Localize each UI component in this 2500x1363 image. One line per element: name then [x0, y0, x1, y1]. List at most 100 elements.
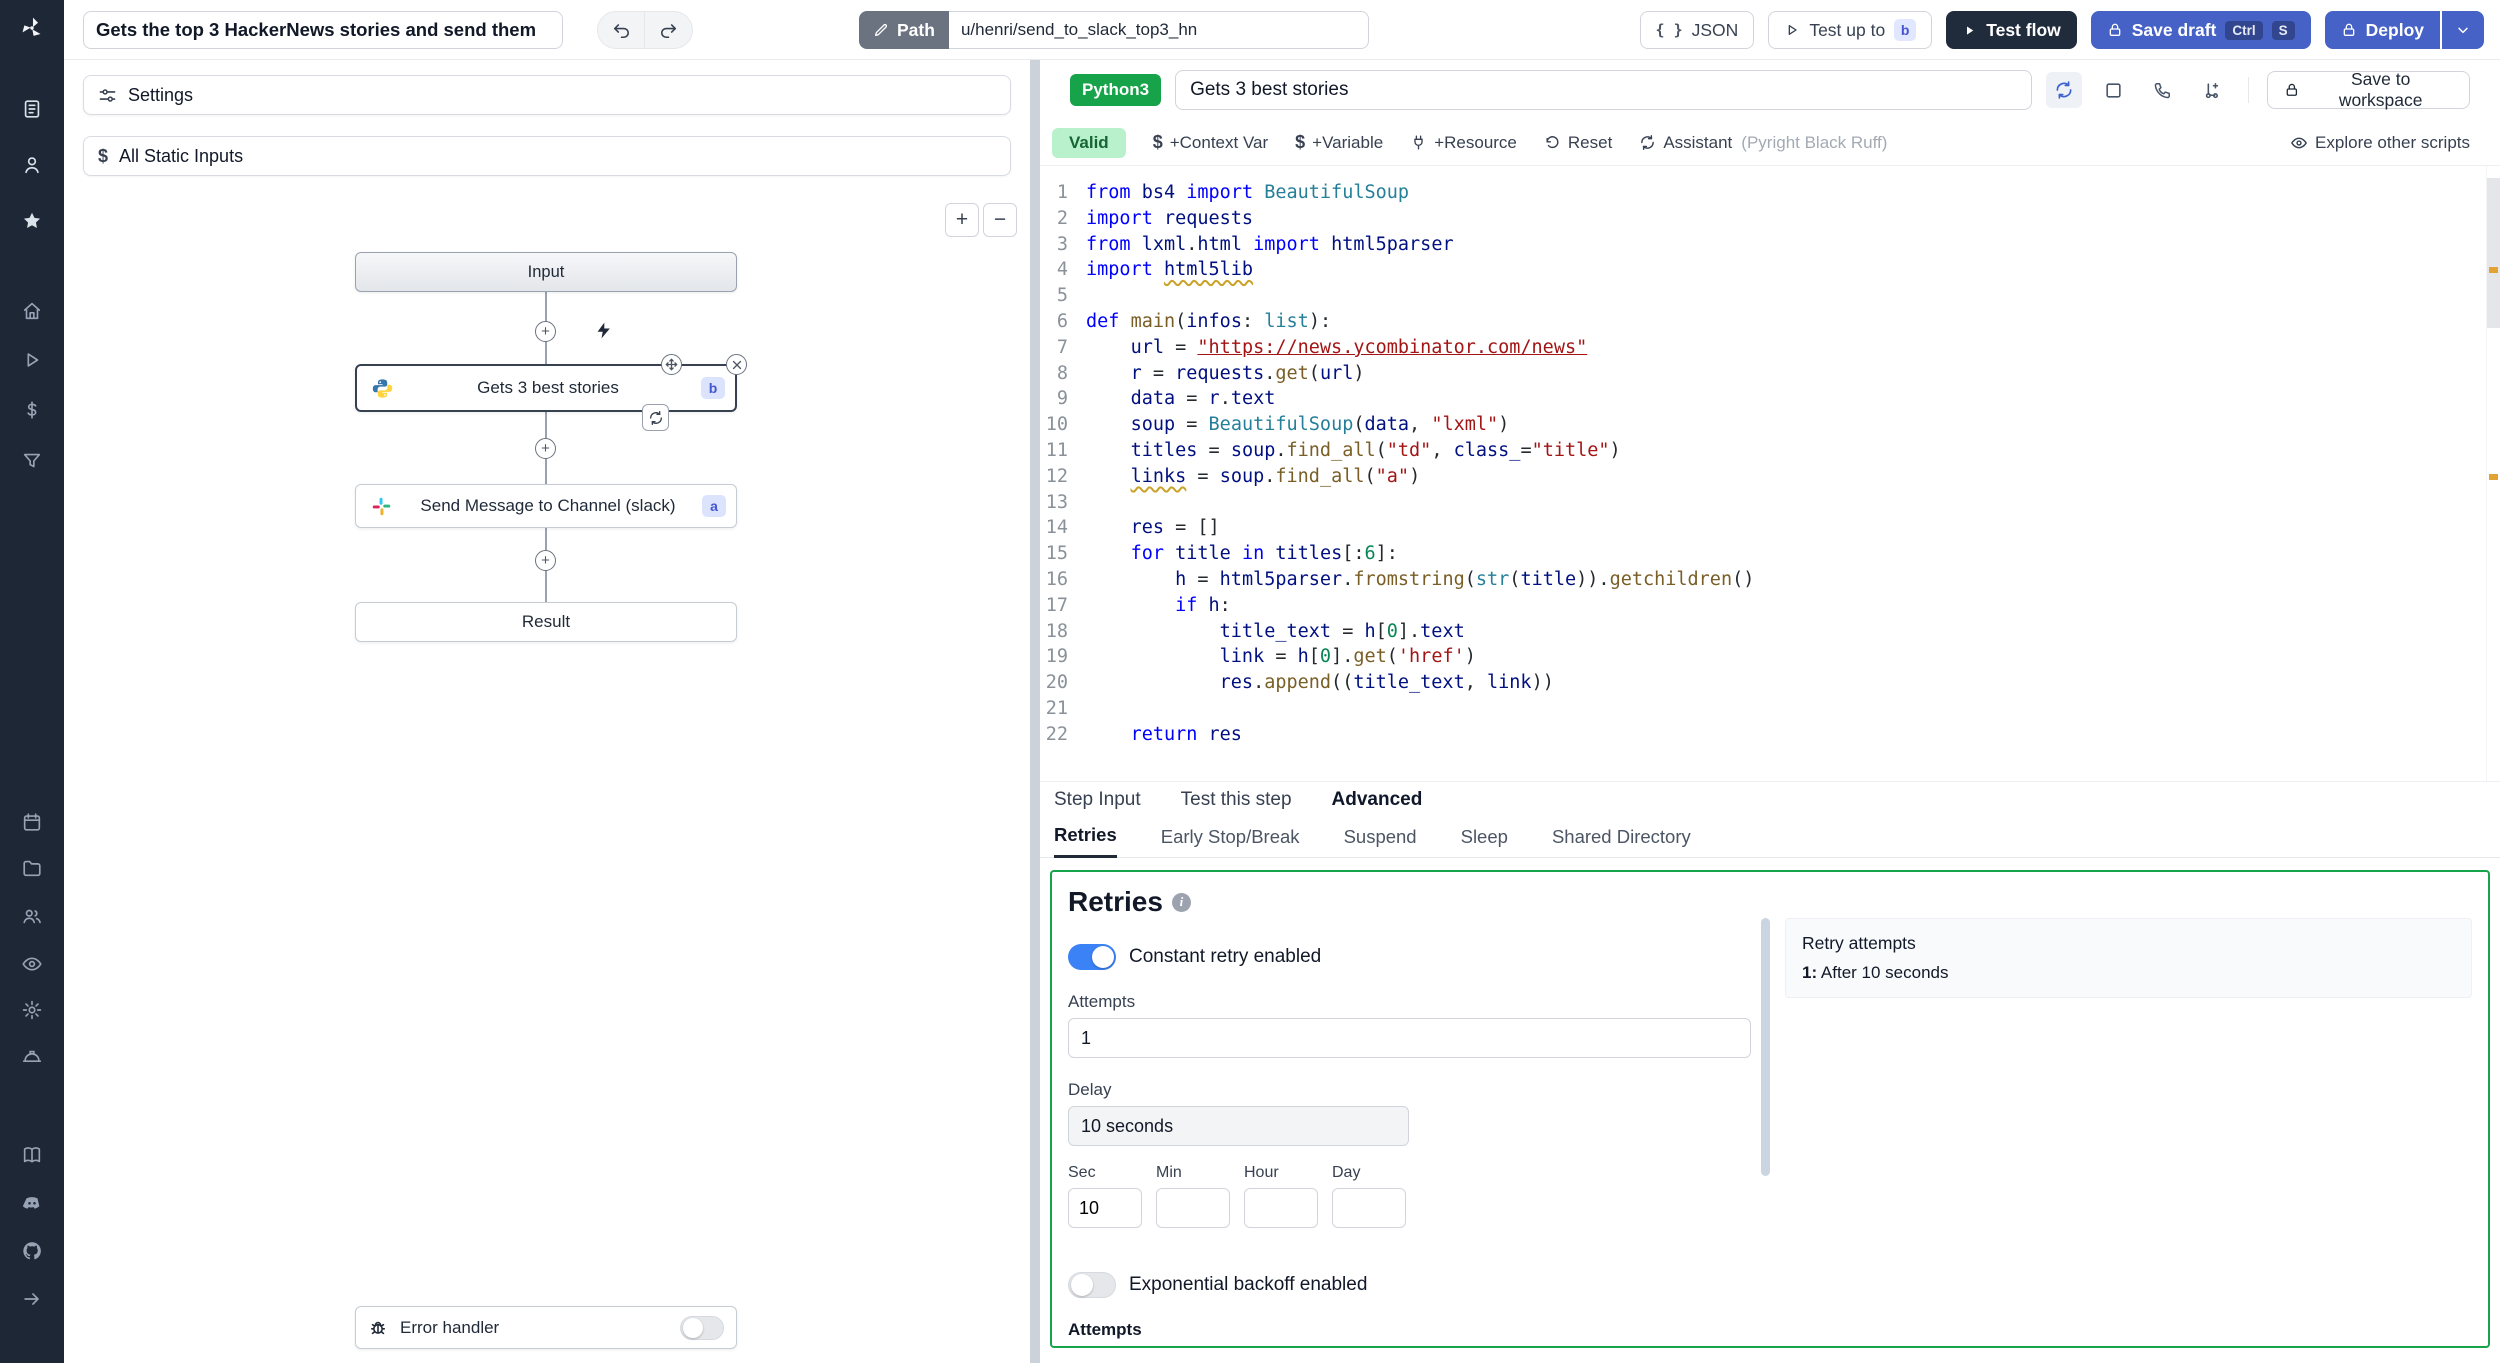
users-icon[interactable]	[19, 903, 45, 929]
tab-step-input[interactable]: Step Input	[1054, 789, 1141, 811]
code-line[interactable]: if h:	[1086, 593, 2500, 619]
constant-retry-toggle[interactable]	[1068, 944, 1116, 970]
code-line[interactable]: h = html5parser.fromstring(str(title)).g…	[1086, 567, 2500, 593]
code-line[interactable]: link = h[0].get('href')	[1086, 644, 2500, 670]
sync-icon[interactable]	[2046, 72, 2082, 108]
code-line[interactable]: titles = soup.find_all("td", class_="tit…	[1086, 438, 2500, 464]
retry-indicator-icon[interactable]	[642, 404, 669, 431]
panel-scrollbar[interactable]	[1761, 918, 1770, 1176]
code-line[interactable]	[1086, 283, 2500, 309]
home-icon[interactable]	[19, 298, 45, 324]
delay-input[interactable]	[1068, 1106, 1409, 1146]
list-icon[interactable]	[19, 96, 45, 122]
test-up-to-button[interactable]: Test up to b	[1768, 11, 1933, 49]
code-line[interactable]: from bs4 import BeautifulSoup	[1086, 180, 2500, 206]
flow-graph-panel[interactable]: Settings $ All Static Inputs + − Input +	[64, 60, 1030, 1363]
windmill-logo[interactable]	[19, 15, 45, 41]
code-line[interactable]: data = r.text	[1086, 386, 2500, 412]
error-handler-toggle[interactable]	[680, 1315, 724, 1340]
path-label-pill[interactable]: Path	[859, 11, 949, 49]
eye-icon[interactable]	[19, 951, 45, 977]
undo-button[interactable]	[597, 11, 645, 49]
exponential-backoff-toggle[interactable]	[1068, 1272, 1116, 1298]
code-line[interactable]: r = requests.get(url)	[1086, 361, 2500, 387]
expand-sidebar-icon[interactable]	[19, 1286, 45, 1312]
panel-resize-handle[interactable]	[1030, 60, 1040, 1363]
book-icon[interactable]	[19, 1142, 45, 1168]
test-flow-button[interactable]: Test flow	[1946, 11, 2077, 49]
flow-node-gets-3-best-stories[interactable]: Gets 3 best stories b	[355, 364, 737, 412]
code-line[interactable]: url = "https://news.ycombinator.com/news…	[1086, 335, 2500, 361]
add-step-button[interactable]: +	[535, 321, 556, 342]
flow-node-error-handler[interactable]: Error handler	[355, 1306, 737, 1349]
tab-test-this-step[interactable]: Test this step	[1181, 789, 1292, 811]
info-icon[interactable]: i	[1171, 892, 1191, 912]
assistant-button[interactable]: Assistant (Pyright Black Ruff)	[1639, 133, 1887, 153]
add-variable-button[interactable]: $ +Variable	[1295, 132, 1383, 153]
move-node-icon[interactable]	[661, 354, 682, 375]
code-line[interactable]: links = soup.find_all("a")	[1086, 464, 2500, 490]
github-icon[interactable]	[19, 1238, 45, 1264]
square-icon[interactable]	[2096, 72, 2131, 108]
diff-icon[interactable]	[2194, 72, 2229, 108]
play-icon[interactable]	[19, 347, 45, 373]
save-draft-button[interactable]: Save draft Ctrl S	[2090, 11, 2311, 49]
star-icon[interactable]	[19, 208, 45, 234]
discord-icon[interactable]	[19, 1190, 45, 1216]
gear-icon[interactable]	[19, 997, 45, 1023]
bolt-icon[interactable]	[594, 321, 613, 340]
code-line[interactable]: res = []	[1086, 515, 2500, 541]
min-input[interactable]	[1156, 1188, 1230, 1228]
add-resource-button[interactable]: +Resource	[1410, 133, 1517, 153]
subtab-early-stop-break[interactable]: Early Stop/Break	[1161, 826, 1300, 857]
subtab-sleep[interactable]: Sleep	[1461, 826, 1508, 857]
flow-settings-button[interactable]: Settings	[83, 75, 1011, 115]
path-input[interactable]	[948, 11, 1369, 49]
user-icon[interactable]	[19, 152, 45, 178]
code-line[interactable]: import html5lib	[1086, 257, 2500, 283]
subtab-suspend[interactable]: Suspend	[1344, 826, 1417, 857]
reset-button[interactable]: Reset	[1544, 133, 1612, 153]
remove-node-icon[interactable]	[726, 354, 747, 375]
worker-helmet-icon[interactable]	[19, 1045, 45, 1071]
sec-input[interactable]	[1068, 1188, 1142, 1228]
add-step-button[interactable]: +	[535, 550, 556, 571]
calendar-icon[interactable]	[19, 809, 45, 835]
flow-node-result[interactable]: Result	[355, 602, 737, 642]
redo-button[interactable]	[645, 11, 693, 49]
zoom-in-button[interactable]: +	[945, 203, 979, 237]
subtab-shared-directory[interactable]: Shared Directory	[1552, 826, 1691, 857]
deploy-menu-button[interactable]	[2442, 11, 2484, 49]
code-line[interactable]: from lxml.html import html5parser	[1086, 232, 2500, 258]
all-static-inputs-button[interactable]: $ All Static Inputs	[83, 136, 1011, 176]
folder-icon[interactable]	[19, 855, 45, 881]
code-line[interactable]: import requests	[1086, 206, 2500, 232]
code-line[interactable]: for title in titles[:6]:	[1086, 541, 2500, 567]
phone-icon[interactable]	[2145, 72, 2180, 108]
code-line[interactable]: soup = BeautifulSoup(data, "lxml")	[1086, 412, 2500, 438]
subtab-retries[interactable]: Retries	[1054, 824, 1117, 858]
code-content[interactable]: from bs4 import BeautifulSoup import requ…	[1086, 180, 2500, 781]
code-line[interactable]: title_text = h[0].text	[1086, 619, 2500, 645]
code-editor[interactable]: 1 2 3 4 5 6 7 8 9 10 11 12 13 14 15 16 17 18 19 20 21 22 from…	[1040, 166, 2500, 782]
step-title-input[interactable]	[1175, 70, 2033, 110]
add-step-button[interactable]: +	[535, 438, 556, 459]
code-line[interactable]: return res	[1086, 722, 2500, 748]
code-line[interactable]	[1086, 490, 2500, 516]
explore-other-scripts-button[interactable]: Explore other scripts	[2290, 133, 2470, 153]
code-line[interactable]: def main(infos: list):	[1086, 309, 2500, 335]
zoom-out-button[interactable]: −	[983, 203, 1017, 237]
save-to-workspace-button[interactable]: Save to workspace	[2266, 69, 2471, 110]
funnel-icon[interactable]	[19, 448, 45, 474]
day-input[interactable]	[1332, 1188, 1406, 1228]
flow-title-input[interactable]	[83, 11, 563, 49]
editor-scrollbar-thumb[interactable]	[2487, 178, 2500, 328]
attempts-input[interactable]	[1068, 1018, 1751, 1058]
add-context-var-button[interactable]: $ +Context Var	[1153, 132, 1268, 153]
flow-node-input[interactable]: Input	[355, 252, 737, 292]
hour-input[interactable]	[1244, 1188, 1318, 1228]
tab-advanced[interactable]: Advanced	[1332, 789, 1423, 811]
flow-node-send-message-to-channel[interactable]: Send Message to Channel (slack) a	[355, 484, 737, 528]
json-button[interactable]: { } JSON	[1639, 11, 1755, 49]
code-line[interactable]	[1086, 696, 2500, 722]
